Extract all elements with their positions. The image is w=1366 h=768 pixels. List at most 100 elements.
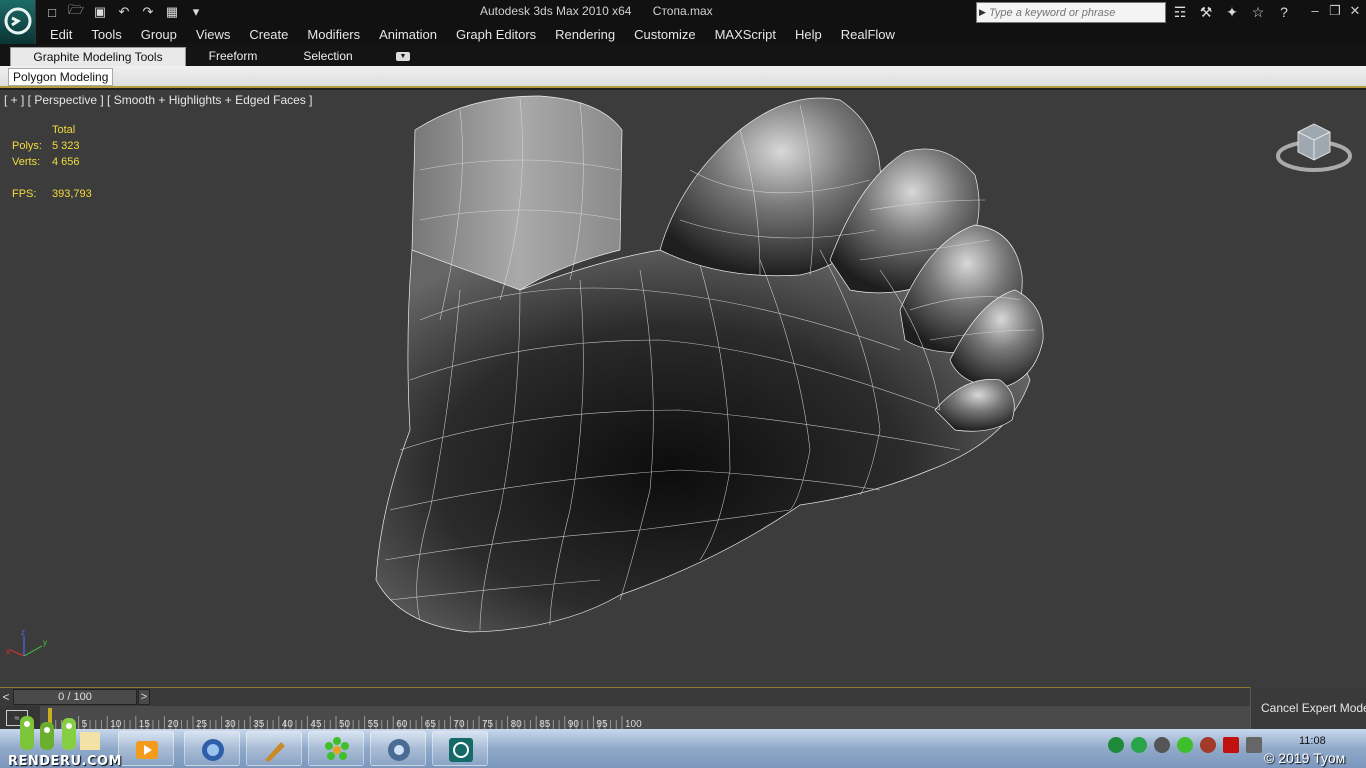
axis-z-label: z <box>21 628 25 637</box>
taskbar-icq[interactable] <box>308 731 364 766</box>
axis-y-label: y <box>43 638 47 647</box>
system-tray <box>1108 737 1262 753</box>
taskbar-browser[interactable] <box>184 731 240 766</box>
open-icon[interactable]: 🗁 <box>66 2 86 21</box>
track-tick-label: 85 <box>539 719 551 729</box>
track-tick-label: 90 <box>568 719 580 729</box>
perspective-viewport[interactable]: [ + ] [ Perspective ] [ Smooth + Highlig… <box>0 90 1366 687</box>
satellite-icon[interactable]: ✦ <box>1222 3 1242 21</box>
menu-bar: Edit Tools Group Views Create Modifiers … <box>40 26 904 44</box>
app-menu-button[interactable] <box>0 0 36 44</box>
previous-frame-button[interactable]: < <box>0 689 12 705</box>
menu-help[interactable]: Help <box>785 26 831 44</box>
file-name: Стопа.max <box>652 4 713 18</box>
menu-customize[interactable]: Customize <box>624 26 704 44</box>
ribbon-options-icon[interactable]: ▼ <box>396 52 410 61</box>
undo-icon[interactable]: ↶ <box>114 3 134 21</box>
track-tick-label: 40 <box>282 719 294 729</box>
menu-group[interactable]: Group <box>131 26 186 44</box>
keyboard-icon[interactable] <box>1246 737 1262 753</box>
fps-value: 393,793 <box>52 188 92 200</box>
app-title: Autodesk 3ds Max 2010 x64 <box>480 4 632 18</box>
search-box[interactable]: ▶ <box>976 2 1166 23</box>
track-tick-label: 10 <box>110 719 122 729</box>
track-tick-label: 100 <box>625 719 642 729</box>
track-tick-label: 20 <box>167 719 179 729</box>
expert-mode-panel: Cancel Expert Mode <box>1250 687 1366 729</box>
viewport-label[interactable]: [ + ] [ Perspective ] [ Smooth + Highlig… <box>4 93 313 107</box>
dropdown-icon[interactable]: ▾ <box>186 3 206 21</box>
viewcube-icon[interactable] <box>1276 118 1356 174</box>
save-icon[interactable]: ▣ <box>90 3 110 21</box>
star-icon[interactable]: ☆ <box>1248 3 1268 21</box>
track-tick-label: 70 <box>453 719 465 729</box>
menu-maxscript[interactable]: MAXScript <box>705 26 785 44</box>
chrome-icon <box>388 739 410 761</box>
icq-flower-icon <box>325 737 349 760</box>
menu-rendering[interactable]: Rendering <box>545 26 624 44</box>
track-tick-label: 80 <box>511 719 523 729</box>
track-tick-label: 45 <box>310 719 322 729</box>
track-tick-label: 35 <box>253 719 265 729</box>
quick-access-toolbar: □ 🗁 ▣ ↶ ↷ ▦ ▾ <box>42 2 206 22</box>
redo-icon[interactable]: ↷ <box>138 3 158 21</box>
next-frame-button[interactable]: > <box>138 689 150 705</box>
track-bar: ≈ 5 10 15 20 25 30 35 40 45 50 55 60 65 70 75 80 85 90 95 1… <box>0 706 1250 729</box>
viewport-statistics: Total Polys: 5 323 Verts: 4 656 FPS: 393,79… <box>12 122 122 202</box>
project-folder-icon[interactable]: ▦ <box>162 3 182 21</box>
verts-value: 4 656 <box>52 156 80 168</box>
restore-icon[interactable]: ❐ <box>1328 3 1342 19</box>
taskbar-pen-tool[interactable] <box>246 731 302 766</box>
tab-graphite-modeling-tools[interactable]: Graphite Modeling Tools <box>10 47 186 66</box>
search-input[interactable] <box>977 3 1152 22</box>
track-tick-label: 60 <box>396 719 408 729</box>
ribbon-tabs: Graphite Modeling Tools Freeform Selecti… <box>0 44 1366 66</box>
tab-selection[interactable]: Selection <box>292 47 364 66</box>
axis-tripod-icon: z x y <box>6 628 47 657</box>
taskbar-3dsmax[interactable] <box>432 731 488 766</box>
renderu-mascot-icon <box>20 716 100 750</box>
help-icon[interactable]: ? <box>1274 3 1294 21</box>
menu-animation[interactable]: Animation <box>369 26 446 44</box>
close-icon[interactable]: ✕ <box>1348 3 1362 19</box>
cancel-expert-mode-button[interactable]: Cancel Expert Mode <box>1261 701 1366 715</box>
network-icon[interactable] <box>1108 737 1124 753</box>
window-controls: – ❐ ✕ <box>1308 3 1362 19</box>
adobe-icon[interactable] <box>1223 737 1239 753</box>
menu-tools[interactable]: Tools <box>81 26 130 44</box>
3dsmax-icon <box>449 738 473 762</box>
track-tick-label: 55 <box>368 719 380 729</box>
volume-icon[interactable] <box>1154 737 1170 753</box>
time-slider[interactable]: < 0 / 100 > <box>0 687 1250 706</box>
time-slider-thumb[interactable]: 0 / 100 <box>13 689 137 705</box>
polygon-modeling-panel[interactable]: Polygon Modeling <box>8 68 114 86</box>
binoculars-icon[interactable]: ☶ <box>1170 3 1190 21</box>
taskbar-chrome[interactable] <box>370 731 426 766</box>
minimize-icon[interactable]: – <box>1308 3 1322 19</box>
menu-graph-editors[interactable]: Graph Editors <box>446 26 545 44</box>
taskbar-clock[interactable]: 11:08 <box>1299 735 1326 747</box>
menu-create[interactable]: Create <box>239 26 297 44</box>
polys-label: Polys: <box>12 140 42 152</box>
menu-modifiers[interactable]: Modifiers <box>297 26 369 44</box>
menu-realflow[interactable]: RealFlow <box>831 26 904 44</box>
new-icon[interactable]: □ <box>42 3 62 21</box>
renderu-site-label: RENDERU.COM <box>8 754 122 768</box>
update-icon[interactable] <box>1131 737 1147 753</box>
track-tick-label: 75 <box>482 719 494 729</box>
wrench-icon[interactable]: ⚒ <box>1196 3 1216 21</box>
track-ruler[interactable]: 5 10 15 20 25 30 35 40 45 50 55 60 65 70 75 80 85 90 95 100 <box>40 706 1250 729</box>
menu-views[interactable]: Views <box>186 26 239 44</box>
antivirus-icon[interactable] <box>1200 737 1216 753</box>
track-tick-label: 65 <box>425 719 437 729</box>
title-bar: □ 🗁 ▣ ↶ ↷ ▦ ▾ Autodesk 3ds Max 2010 x64 … <box>0 0 1366 44</box>
fps-label: FPS: <box>12 188 37 200</box>
icq-tray-icon[interactable] <box>1177 737 1193 753</box>
menu-edit[interactable]: Edit <box>40 26 81 44</box>
taskbar-media-player[interactable] <box>118 731 174 766</box>
axis-x-label: x <box>6 647 10 656</box>
window-title: Autodesk 3ds Max 2010 x64 Стопа.max <box>480 4 731 18</box>
tab-freeform[interactable]: Freeform <box>200 47 266 66</box>
track-tick-label: 25 <box>196 719 208 729</box>
search-expand-icon[interactable]: ▶ <box>979 7 986 18</box>
